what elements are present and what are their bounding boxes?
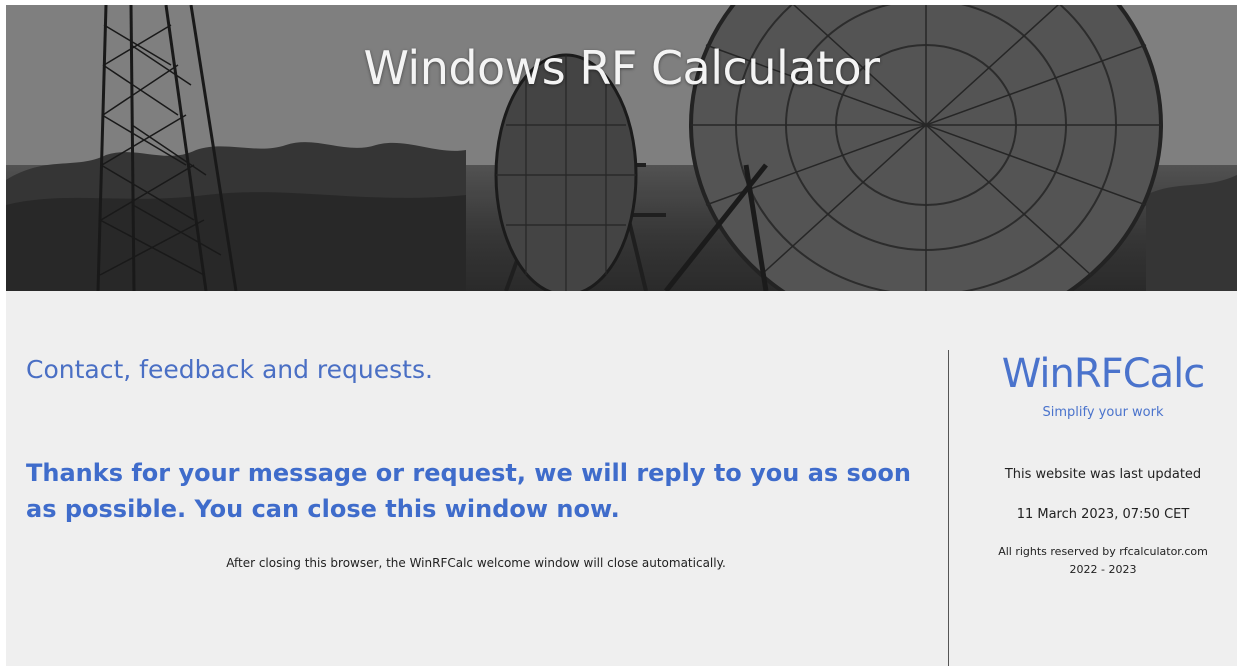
header-banner: Windows RF Calculator [6,5,1237,291]
copyright-years: 2022 - 2023 [1069,563,1137,576]
rights-text: All rights reserved by rfcalculator.com [998,545,1208,558]
last-updated-label: This website was last updated [1004,467,1202,482]
page: Windows RF Calculator Contact, feedback … [6,5,1237,666]
close-note: After closing this browser, the WinRFCal… [226,556,726,570]
logo-tagline: Simplify your work [1042,405,1164,420]
sidebar: WinRFCalc Simplify your work This websit… [978,291,1228,666]
column-divider [948,350,949,666]
page-heading: Contact, feedback and requests. [26,355,433,384]
winrfcalc-logo: WinRFCalc [1001,351,1205,397]
last-updated-date: 11 March 2023, 07:50 CET [1016,507,1190,522]
site-title: Windows RF Calculator [363,41,880,95]
thanks-message: Thanks for your message or request, we w… [26,459,911,523]
main-content: Contact, feedback and requests. Thanks f… [26,291,926,666]
copyright-notice: All rights reserved by rfcalculator.com … [978,543,1228,579]
